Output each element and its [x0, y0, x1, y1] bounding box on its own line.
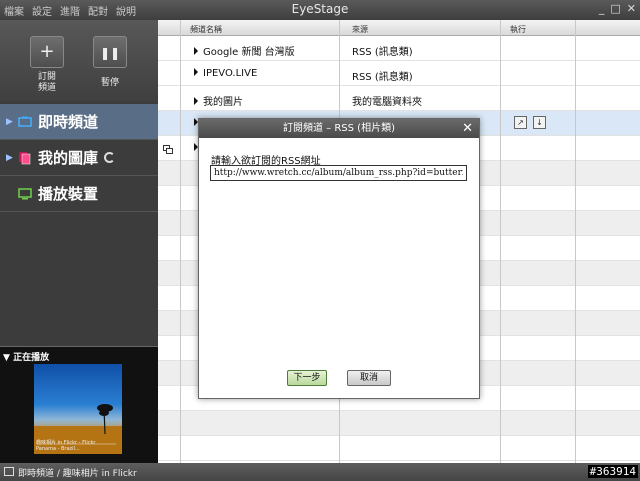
sidebar-item-playback-devices[interactable]: 播放裝置	[0, 176, 158, 212]
copy-icon[interactable]	[163, 145, 174, 154]
channel-icon	[4, 467, 14, 476]
expand-arrow-icon: ▶	[6, 116, 13, 127]
download-icon[interactable]: ↓	[533, 116, 546, 129]
play-triangle-icon	[194, 97, 198, 105]
close-icon[interactable]: ✕	[627, 2, 636, 15]
sidebar-item-my-gallery[interactable]: ▶ 我的圖庫	[0, 140, 158, 176]
subscribe-button[interactable]: +	[30, 36, 64, 68]
now-playing-thumbnail: 趣味相片 in Flickr - Flickr Panama - Brazil.…	[34, 364, 122, 454]
table-header: 頻道名稱 來源 執行	[158, 20, 640, 36]
sidebar-item-label: 我的圖庫	[38, 149, 99, 167]
dialog-title-bar: 訂閱頻道 – RSS (相片類) ✕	[199, 119, 479, 138]
now-playing-header: ▼ 正在播放	[3, 353, 50, 363]
next-button[interactable]: 下一步	[287, 370, 327, 386]
title-bar: 檔案 設定 進階 配對 說明 EyeStage _ □ ✕	[0, 0, 640, 20]
pause-label: 暫停	[100, 78, 119, 88]
sidebar-item-label: 即時頻道	[38, 113, 99, 131]
sidebar-nav: ▶ 即時頻道 ▶ 我的圖庫 播放裝置	[0, 104, 158, 212]
expand-arrow-icon: ▶	[6, 152, 13, 163]
minimize-icon[interactable]: _	[599, 2, 605, 15]
dialog-title: 訂閱頻道 – RSS (相片類)	[283, 123, 395, 134]
table-row[interactable]: Google 新聞 台灣版 RSS (訊息類)	[158, 36, 640, 61]
table-row	[158, 411, 640, 436]
now-playing-panel: ▼ 正在播放 趣味相片 in Flickr - Flickr Panama - …	[0, 346, 158, 463]
loading-spinner-icon	[104, 152, 116, 163]
sidebar-item-live-channels[interactable]: ▶ 即時頻道	[0, 104, 158, 140]
sidebar-item-label: 播放裝置	[38, 185, 99, 203]
now-playing-caption: 趣味相片 in Flickr - Flickr Panama - Brazil.…	[36, 440, 96, 452]
window-controls: _ □ ✕	[599, 2, 636, 15]
play-triangle-icon	[194, 47, 198, 55]
subscribe-rss-dialog: 訂閱頻道 – RSS (相片類) ✕ 請輸入欲訂閱的RSS網址 下一步 取消	[198, 118, 480, 399]
status-breadcrumb: 即時頻道 / 趣味相片 in Flickr	[18, 469, 137, 479]
plus-icon: +	[39, 41, 55, 62]
column-header-channel-name[interactable]: 頻道名稱	[190, 24, 222, 35]
pause-button[interactable]: ❚❚	[93, 36, 127, 68]
app-title: EyeStage	[291, 2, 349, 16]
table-row[interactable]: IPEVO.LIVE RSS (訊息類)	[158, 61, 640, 86]
monitor-icon	[16, 187, 34, 200]
status-bar: 即時頻道 / 趣味相片 in Flickr #363914	[0, 463, 640, 481]
table-row	[158, 436, 640, 461]
close-icon[interactable]: ✕	[462, 119, 473, 138]
sidebar-toolbar: + 訂閱 頻道 ❚❚ 暫停	[0, 20, 158, 102]
column-header-source[interactable]: 來源	[352, 24, 368, 35]
play-triangle-icon	[194, 68, 198, 76]
photo-stack-icon	[16, 151, 34, 165]
open-external-icon[interactable]: ↗	[514, 116, 527, 129]
collapse-arrow-icon[interactable]: ▼	[3, 353, 10, 363]
subscribe-label: 訂閱 頻道	[37, 72, 56, 93]
maximize-icon[interactable]: □	[610, 2, 620, 15]
table-row[interactable]: 我的圖片 我的電腦資料夾	[158, 86, 640, 111]
pause-icon: ❚❚	[99, 46, 121, 60]
tv-icon	[16, 115, 34, 128]
watermark: #363914	[587, 465, 638, 478]
cancel-button[interactable]: 取消	[347, 370, 391, 386]
sidebar: + 訂閱 頻道 ❚❚ 暫停 ▶ 即時頻道 ▶ 我的圖庫 播放裝置 ▼ 正在播放 …	[0, 20, 158, 463]
column-header-execute[interactable]: 執行	[510, 24, 526, 35]
rss-url-input[interactable]	[210, 165, 467, 181]
